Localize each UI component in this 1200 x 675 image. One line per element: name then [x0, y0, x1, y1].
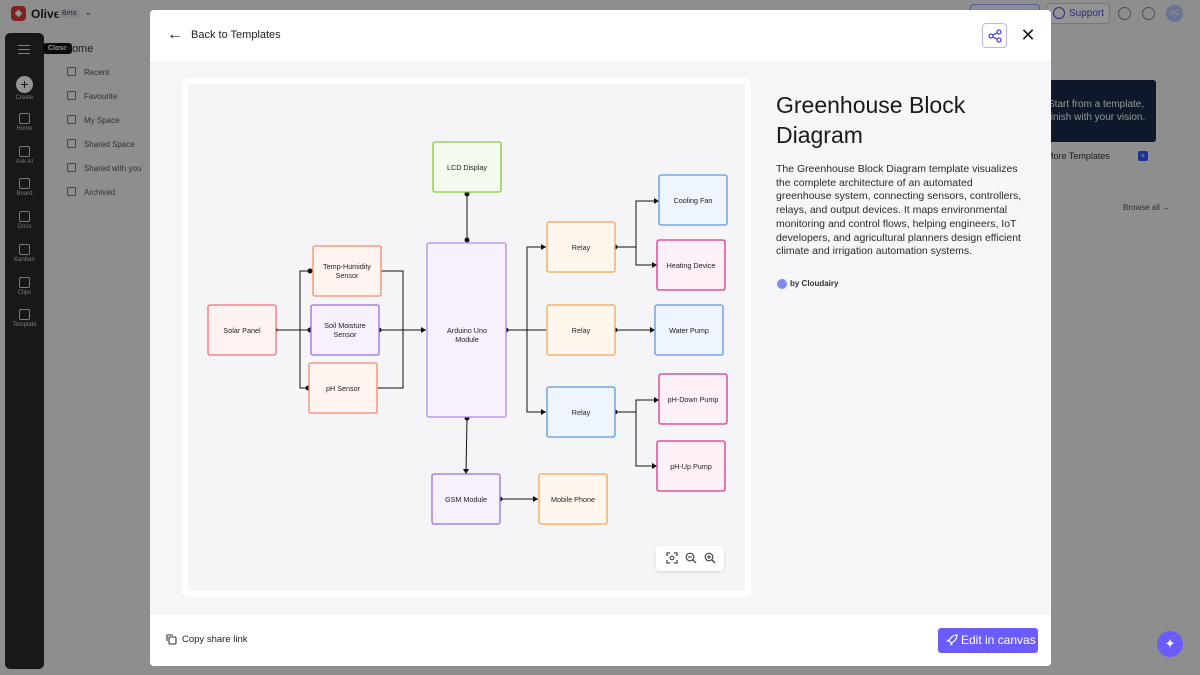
fit-screen-icon[interactable] [666, 552, 678, 564]
node-label: Soil Moisture [324, 321, 366, 330]
node-label: Water Pump [669, 326, 709, 335]
node-label: Cooling Fan [674, 196, 713, 205]
back-to-templates-link[interactable]: Back to Templates [191, 29, 281, 41]
node-label: LCD Display [447, 163, 487, 172]
zoom-controls [656, 546, 724, 571]
node-label: Relay [572, 408, 591, 417]
node-label: Sensor [334, 330, 357, 339]
ai-assistant-button[interactable]: ✦ [1157, 631, 1183, 657]
node-label: Solar Panel [223, 326, 261, 335]
node-label: Arduino Uno [447, 326, 487, 335]
node-label: Relay [572, 326, 591, 335]
node-label: Module [455, 335, 479, 344]
diagram-preview: LCD Display Temp-Humidity Sensor Soil Mo… [182, 78, 751, 597]
zoom-out-icon[interactable] [685, 552, 697, 564]
template-description: The Greenhouse Block Diagram template vi… [776, 163, 1022, 258]
node-heating-device[interactable]: Heating Device [656, 239, 726, 291]
node-relay-1[interactable]: Relay [546, 221, 616, 273]
edit-in-canvas-button[interactable]: Edit in canvas [938, 628, 1038, 653]
node-mobile-phone[interactable]: Mobile Phone [538, 473, 608, 525]
node-lcd-display[interactable]: LCD Display [432, 141, 502, 193]
node-label: Temp-Humidity [323, 262, 371, 271]
copy-share-link-button[interactable]: Copy share link [182, 634, 247, 645]
modal-header: ← Back to Templates ✕ [150, 10, 1051, 61]
node-water-pump[interactable]: Water Pump [654, 304, 724, 356]
node-label: Mobile Phone [551, 495, 595, 504]
node-label: pH Sensor [326, 384, 361, 393]
node-soil-moisture-sensor[interactable]: Soil Moisture Sensor [310, 304, 380, 356]
node-label: pH-Down Pump [668, 395, 719, 404]
node-label: GSM Module [445, 495, 487, 504]
copy-icon[interactable] [166, 634, 177, 645]
node-cooling-fan[interactable]: Cooling Fan [658, 174, 728, 226]
node-label: Relay [572, 243, 591, 252]
back-arrow-icon[interactable]: ← [167, 26, 183, 44]
node-relay-2[interactable]: Relay [546, 304, 616, 356]
node-ph-down-pump[interactable]: pH-Down Pump [658, 373, 728, 425]
modal-footer: Copy share link Edit in canvas [150, 615, 1051, 666]
modal-body: LCD Display Temp-Humidity Sensor Soil Mo… [150, 61, 1051, 615]
node-arduino-uno-module[interactable]: Arduino Uno Module [426, 242, 507, 418]
block-diagram: LCD Display Temp-Humidity Sensor Soil Mo… [207, 141, 728, 525]
node-label: pH-Up Pump [670, 462, 712, 471]
edit-in-canvas-label: Edit in canvas [961, 633, 1036, 647]
share-icon [988, 29, 1002, 43]
node-temp-humidity-sensor[interactable]: Temp-Humidity Sensor [312, 245, 382, 297]
template-title: Greenhouse Block Diagram [776, 92, 966, 148]
template-preview-modal: ← Back to Templates ✕ LCD Display Temp-H… [150, 10, 1051, 666]
template-author: by Cloudairy [790, 279, 839, 288]
share-button[interactable] [982, 23, 1007, 48]
node-gsm-module[interactable]: GSM Module [431, 473, 501, 525]
close-icon[interactable]: ✕ [1017, 24, 1039, 46]
node-label: Sensor [336, 271, 359, 280]
node-label: Heating Device [667, 261, 716, 270]
rocket-icon [946, 634, 958, 646]
node-ph-sensor[interactable]: pH Sensor [308, 362, 378, 414]
diagram-canvas[interactable]: LCD Display Temp-Humidity Sensor Soil Mo… [188, 84, 745, 591]
node-solar-panel[interactable]: Solar Panel [207, 304, 277, 356]
node-ph-up-pump[interactable]: pH-Up Pump [656, 440, 726, 492]
zoom-in-icon[interactable] [704, 552, 716, 564]
node-relay-3[interactable]: Relay [546, 386, 616, 438]
author-logo-icon [777, 279, 787, 289]
